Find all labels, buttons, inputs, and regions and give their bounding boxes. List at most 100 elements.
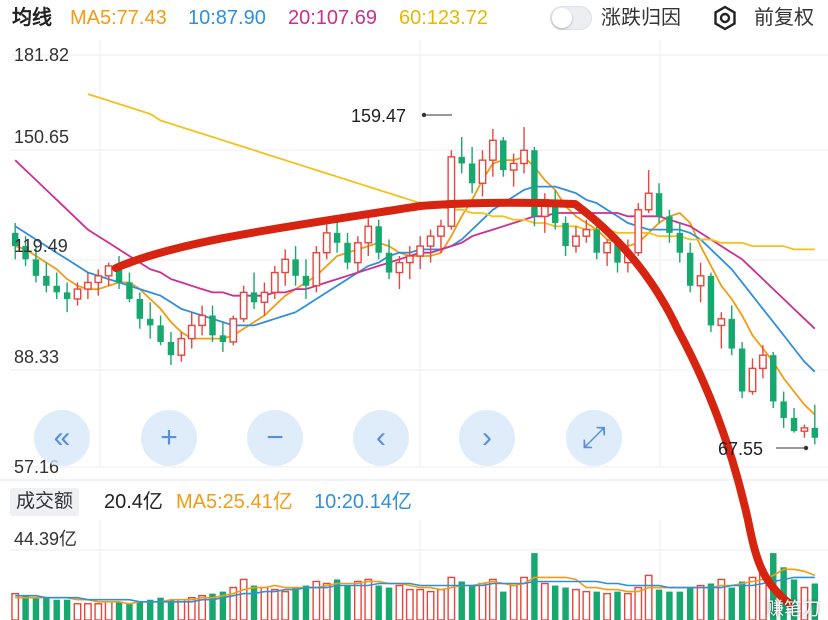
candle-body: [572, 235, 580, 247]
candle-body: [634, 209, 643, 254]
candle-body: [790, 417, 798, 432]
volume-bar: [603, 592, 612, 620]
volume-bar: [292, 587, 299, 620]
candle-body: [686, 252, 694, 286]
volume-bar: [447, 576, 456, 620]
toggle-knob: [552, 8, 572, 28]
ma-line-20: [14, 159, 816, 330]
high-price-marker: 159.47: [351, 106, 407, 126]
volume-bar: [728, 587, 735, 620]
volume-axis-label: 44.39亿: [14, 529, 78, 549]
volume-bar: [623, 592, 632, 620]
volume-bar: [738, 581, 746, 620]
price-axis-label: 88.33: [14, 347, 60, 367]
candle-body: [73, 288, 82, 300]
volume-bar: [582, 590, 591, 620]
candle-body: [239, 291, 248, 320]
ma-title: 均线: [12, 7, 52, 29]
volume-bar: [676, 591, 684, 620]
ma-line-ma5: [14, 155, 816, 416]
candle-body: [437, 225, 445, 237]
volume-bar: [126, 603, 133, 620]
candle-body: [738, 348, 746, 392]
candle-body: [83, 281, 92, 290]
candle-body: [250, 292, 258, 303]
ma60-value: 60:123.72: [399, 7, 488, 29]
candle-body: [447, 156, 456, 227]
candle-body: [302, 275, 310, 286]
candle-body: [770, 355, 777, 402]
volume-bar: [666, 591, 673, 620]
ma-line-10: [14, 185, 816, 373]
high-marker-dot: [421, 112, 427, 118]
candle-body: [219, 335, 227, 342]
scroll-left-fast-button[interactable]: «: [34, 410, 90, 466]
volume-bar: [458, 581, 465, 620]
candle-body: [94, 275, 103, 284]
volume-bar: [551, 585, 559, 620]
candle-body: [717, 318, 726, 327]
volume-indicator-tab[interactable]: 成交额: [10, 488, 80, 516]
candle-body: [322, 232, 331, 254]
attribution-toggle[interactable]: [550, 6, 592, 30]
candle-body: [500, 140, 507, 171]
price-axis-label: 181.82: [14, 45, 70, 65]
fullscreen-button[interactable]: ⤢: [566, 410, 622, 466]
volume-bar: [509, 584, 518, 620]
volume-ma5-line: [15, 568, 816, 605]
ma10-value: 10:87.90: [188, 7, 266, 29]
ma-legend-bar: 均线 MA5:77.43 10:87.90 20:107.69 60:123.7…: [0, 0, 828, 38]
kline-chart[interactable]: [0, 0, 828, 620]
volume-bar: [707, 583, 715, 620]
candle-body: [780, 401, 787, 418]
volume-ma10-line: [15, 576, 815, 603]
candle-body: [696, 275, 705, 287]
attribution-label[interactable]: 涨跌归因: [601, 6, 681, 30]
volume-bar: [136, 601, 144, 620]
candle-body: [666, 216, 673, 233]
candle-body: [758, 354, 767, 370]
volume-bar: [281, 590, 290, 620]
volume-ma10: 10:20.14亿: [314, 491, 412, 513]
ma20-value: 20:107.69: [288, 7, 377, 29]
scroll-right-button[interactable]: ›: [459, 410, 515, 466]
candle-body: [270, 271, 279, 294]
volume-bar: [478, 582, 487, 620]
zoom-out-button[interactable]: −: [247, 410, 303, 466]
candle-body: [209, 315, 216, 336]
candle-body: [157, 325, 164, 342]
settings-icon[interactable]: [712, 5, 738, 31]
candle-body: [63, 292, 71, 299]
candle-body: [593, 229, 600, 253]
candle-body: [416, 245, 425, 257]
volume-bar: [375, 585, 382, 620]
volume-bar: [614, 591, 621, 620]
volume-bar: [104, 601, 113, 620]
price-axis-label: 119.49: [14, 236, 68, 256]
candle-body: [426, 235, 435, 247]
candle-body: [811, 427, 819, 438]
candle-body: [582, 228, 591, 237]
volume-bar: [416, 588, 425, 620]
candle-body: [344, 242, 351, 263]
volume-value: 20.4亿: [104, 491, 163, 513]
zoom-in-button[interactable]: +: [141, 410, 197, 466]
candle-body: [478, 159, 487, 184]
candle-body: [707, 275, 715, 326]
volume-bar: [531, 553, 538, 620]
candle-body: [198, 314, 207, 327]
candle-body: [146, 318, 154, 326]
candle-body: [43, 275, 50, 286]
volume-bar: [385, 587, 393, 620]
scroll-left-button[interactable]: ‹: [353, 410, 409, 466]
volume-bar: [572, 588, 580, 620]
candle-body: [468, 163, 476, 184]
candle-body: [800, 427, 809, 432]
price-axis-label: 150.65: [14, 127, 70, 147]
candle-body: [292, 259, 299, 276]
candle-body: [562, 222, 569, 247]
adjust-mode-button[interactable]: 前复权: [754, 6, 814, 30]
volume-bar: [146, 599, 154, 620]
volume-bar: [540, 582, 549, 620]
candle-body: [229, 318, 238, 343]
